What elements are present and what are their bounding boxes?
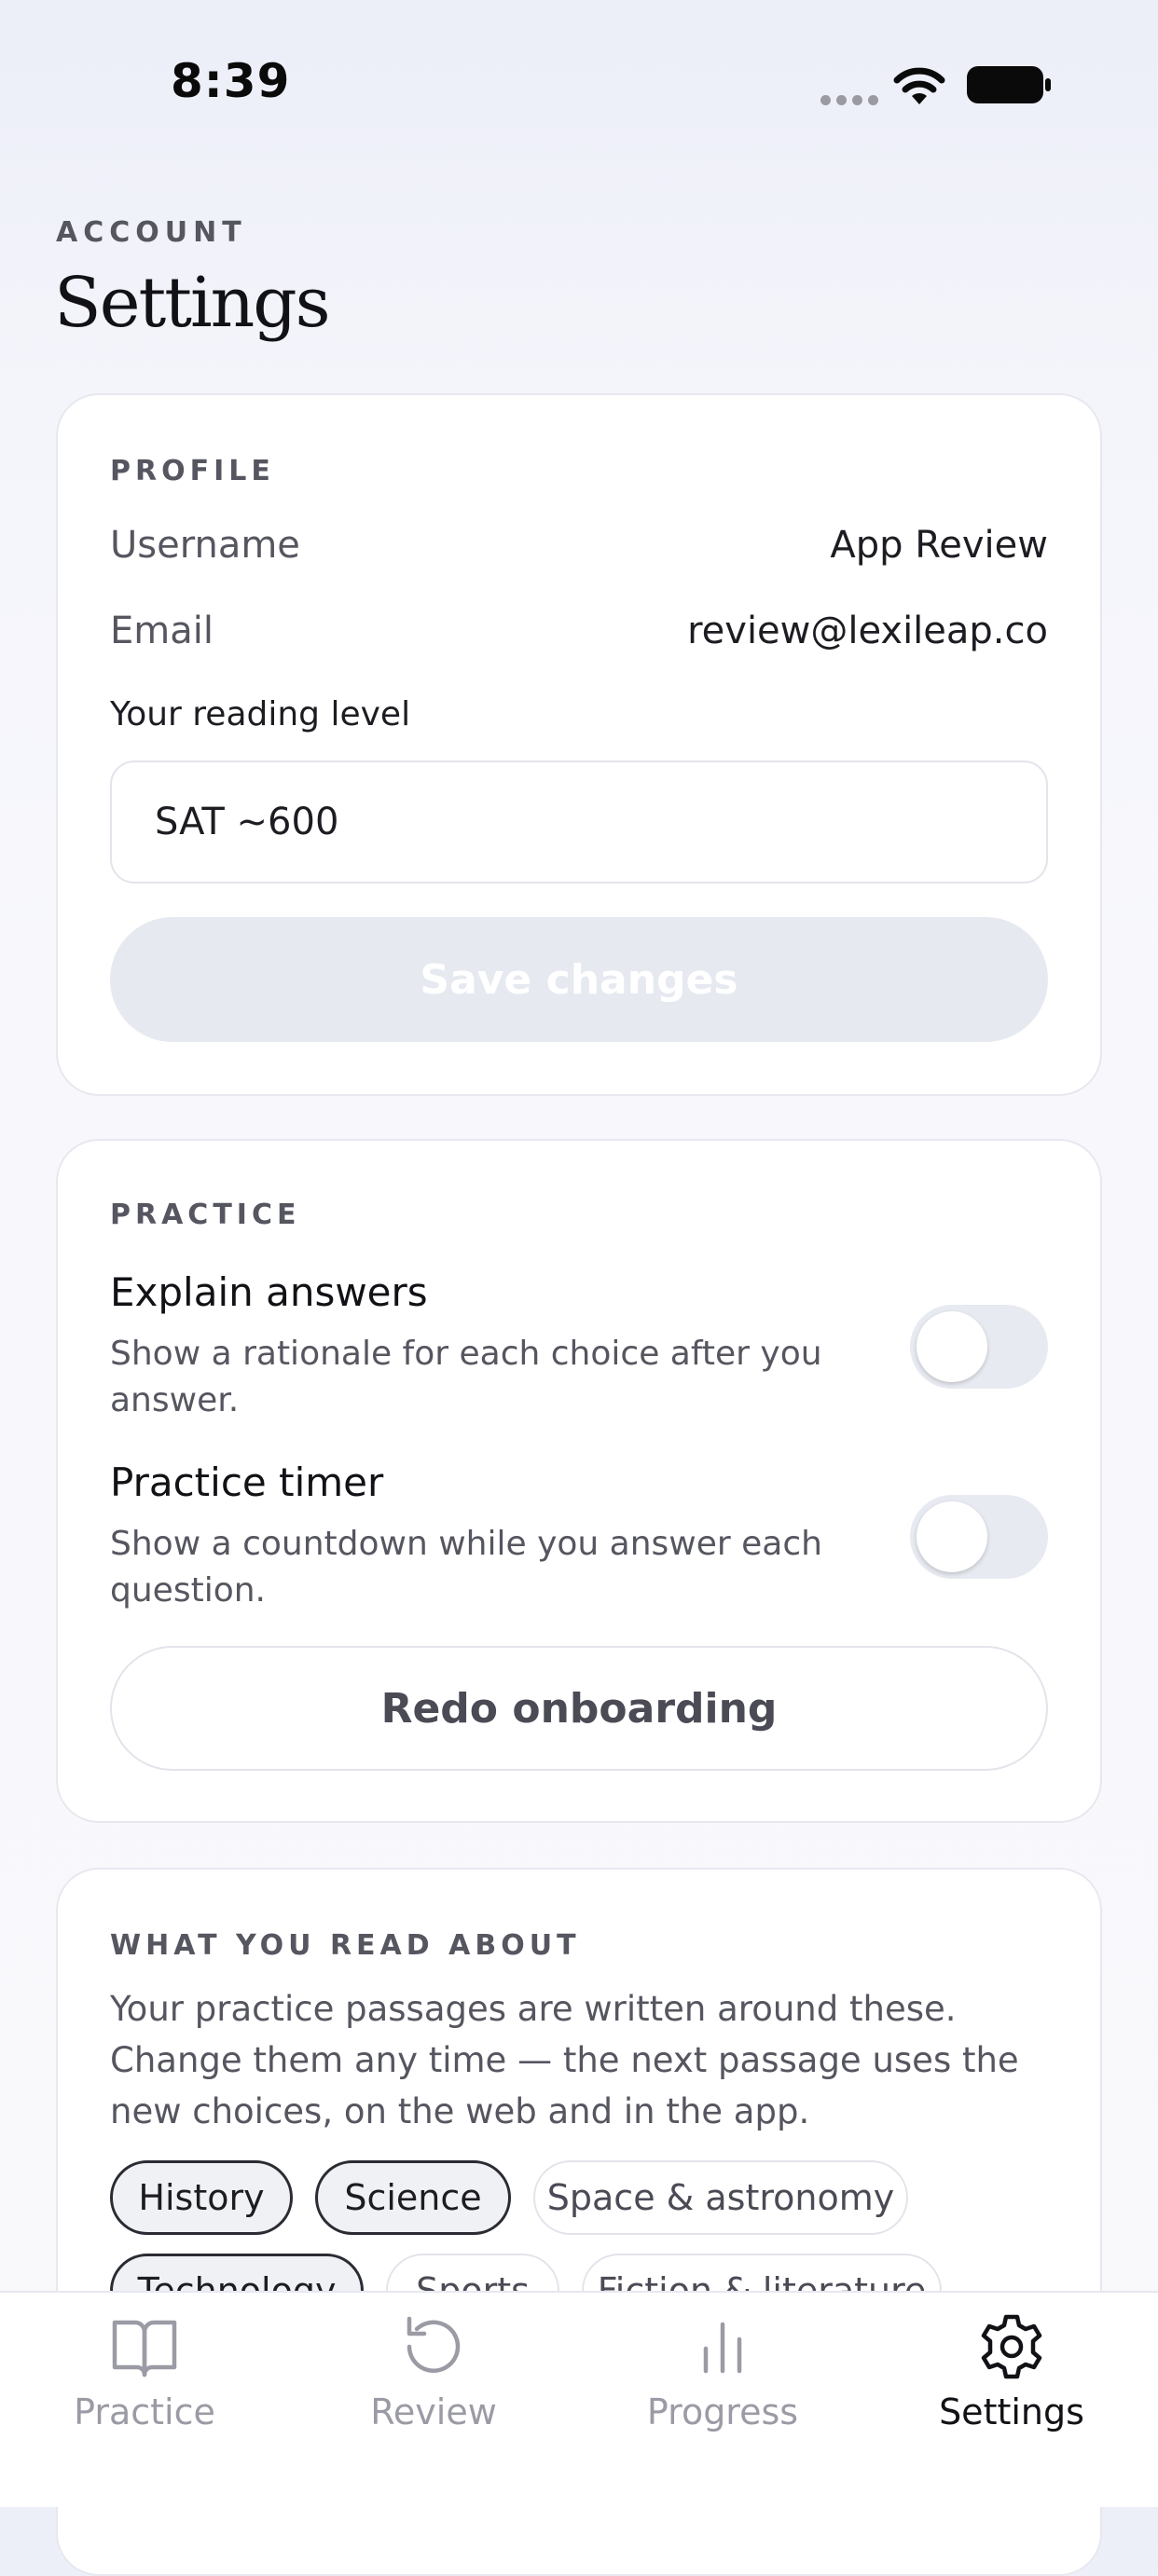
topic-chip-science[interactable]: Science	[315, 2160, 511, 2235]
status-bar: 8:39	[0, 0, 1158, 168]
status-time: 8:39	[171, 54, 291, 108]
battery-icon	[967, 66, 1051, 103]
tab-practice[interactable]: Practice	[0, 2293, 289, 2507]
topic-chip-history[interactable]: History	[110, 2160, 293, 2235]
reading-level-label: Your reading level	[110, 695, 411, 733]
tab-progress[interactable]: Progress	[578, 2293, 867, 2507]
explain-answers-title: Explain answers	[110, 1269, 428, 1315]
wifi-icon	[893, 67, 945, 104]
explain-answers-toggle[interactable]	[910, 1305, 1048, 1389]
cellular-signal-icon	[820, 91, 884, 109]
practice-timer-toggle[interactable]	[910, 1495, 1048, 1579]
practice-section-label: PRACTICE	[110, 1199, 301, 1231]
tab-review[interactable]: Review	[289, 2293, 578, 2507]
profile-section-label: PROFILE	[110, 455, 275, 487]
gear-icon	[981, 2314, 1042, 2379]
email-value: review@lexileap.co	[687, 610, 1048, 652]
book-icon	[112, 2320, 177, 2377]
username-value: App Review	[830, 524, 1048, 567]
toggle-knob	[917, 1311, 987, 1382]
practice-card: PRACTICE Explain answers Show a rational…	[56, 1139, 1102, 1823]
bottom-tab-bar: Practice Review Progress Settings	[0, 2291, 1158, 2507]
tab-label-settings: Settings	[939, 2391, 1084, 2432]
practice-timer-title: Practice timer	[110, 1459, 384, 1505]
history-icon	[407, 2316, 461, 2373]
page-title: Settings	[54, 263, 331, 343]
bar-chart-icon	[703, 2322, 742, 2374]
practice-timer-description: Show a countdown while you answer each q…	[110, 1525, 822, 1610]
topics-section-label: WHAT YOU READ ABOUT	[110, 1929, 581, 1962]
topics-description: Your practice passages are written aroun…	[110, 1989, 1019, 2131]
tab-settings[interactable]: Settings	[867, 2293, 1156, 2507]
tab-label-review: Review	[370, 2391, 497, 2432]
reading-level-input[interactable]	[110, 760, 1048, 884]
username-label: Username	[110, 524, 300, 567]
topic-chip-space-astronomy[interactable]: Space & astronomy	[533, 2160, 908, 2235]
email-label: Email	[110, 610, 214, 652]
toggle-knob	[917, 1501, 987, 1572]
tab-label-practice: Practice	[74, 2391, 215, 2432]
page-eyebrow: ACCOUNT	[56, 216, 247, 249]
profile-card: PROFILE Username App Review Email review…	[56, 393, 1102, 1096]
tab-label-progress: Progress	[646, 2391, 799, 2432]
explain-answers-description: Show a rationale for each choice after y…	[110, 1335, 822, 1419]
redo-onboarding-button[interactable]: Redo onboarding	[110, 1646, 1048, 1771]
save-changes-button[interactable]: Save changes	[110, 917, 1048, 1042]
